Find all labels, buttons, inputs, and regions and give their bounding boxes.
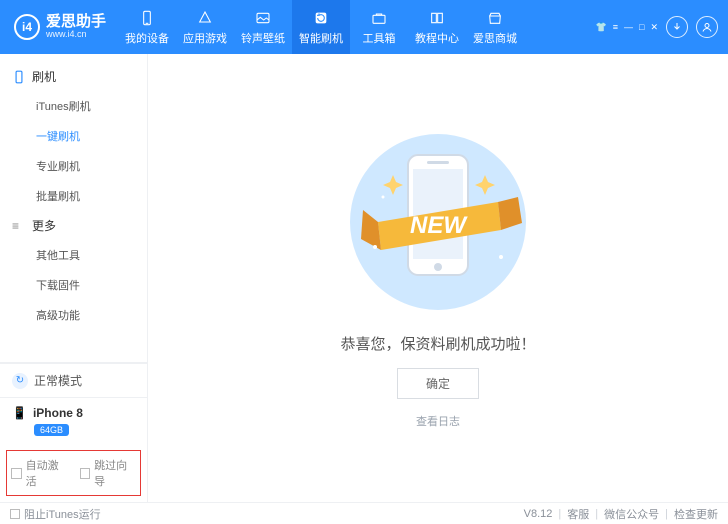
sidebar-item-download-firmware[interactable]: 下载固件 bbox=[0, 270, 147, 300]
sidebar-item-other-tools[interactable]: 其他工具 bbox=[0, 240, 147, 270]
checkbox-skip-wizard[interactable]: 跳过向导 bbox=[80, 457, 137, 489]
device-mode[interactable]: ↻ 正常模式 bbox=[0, 363, 147, 397]
nav-store[interactable]: 爱思商城 bbox=[466, 0, 524, 54]
image-icon bbox=[254, 9, 272, 27]
nav-my-device[interactable]: 我的设备 bbox=[118, 0, 176, 54]
link-support[interactable]: 客服 bbox=[567, 506, 589, 522]
link-update[interactable]: 检查更新 bbox=[674, 506, 718, 522]
sidebar-item-oneclick-flash[interactable]: 一键刷机 bbox=[0, 121, 147, 151]
apps-icon bbox=[196, 9, 214, 27]
sidebar-group-flash[interactable]: 刷机 bbox=[0, 62, 147, 91]
wardrobe-icon[interactable]: 👕 bbox=[596, 22, 607, 33]
success-message: 恭喜您，保资料刷机成功啦！ bbox=[340, 333, 535, 354]
nav-tutorial[interactable]: 教程中心 bbox=[408, 0, 466, 54]
title-bar: i4 爱思助手 www.i4.cn 我的设备 应用游戏 铃声壁纸 智能刷机 工具… bbox=[0, 0, 728, 54]
new-badge: NEW bbox=[410, 212, 468, 239]
flash-options: 自动激活 跳过向导 bbox=[6, 450, 141, 496]
close-icon[interactable]: ✕ bbox=[650, 22, 658, 33]
logo-badge: i4 bbox=[14, 14, 40, 40]
version-label: V8.12 bbox=[524, 508, 553, 520]
sidebar: 刷机 iTunes刷机 一键刷机 专业刷机 批量刷机 ≡ 更多 其他工具 下载固… bbox=[0, 54, 148, 502]
success-illustration: NEW bbox=[323, 127, 553, 317]
book-icon bbox=[428, 9, 446, 27]
app-logo: i4 爱思助手 www.i4.cn bbox=[0, 14, 118, 40]
checkbox-block-itunes[interactable]: 阻止iTunes运行 bbox=[10, 506, 101, 522]
ok-button[interactable]: 确定 bbox=[397, 368, 479, 399]
device-name: iPhone 8 bbox=[33, 406, 83, 420]
toolbox-icon bbox=[370, 9, 388, 27]
checkbox-auto-activate[interactable]: 自动激活 bbox=[11, 457, 68, 489]
sidebar-item-batch-flash[interactable]: 批量刷机 bbox=[0, 181, 147, 211]
store-icon bbox=[486, 9, 504, 27]
refresh-icon: ↻ bbox=[12, 373, 28, 389]
nav-flash[interactable]: 智能刷机 bbox=[292, 0, 350, 54]
view-log-link[interactable]: 查看日志 bbox=[416, 413, 460, 429]
device-info[interactable]: 📱 iPhone 8 64GB bbox=[0, 397, 147, 446]
sidebar-item-itunes-flash[interactable]: iTunes刷机 bbox=[0, 91, 147, 121]
maximize-icon[interactable]: □ bbox=[639, 22, 644, 33]
nav-apps[interactable]: 应用游戏 bbox=[176, 0, 234, 54]
nav-tools[interactable]: 工具箱 bbox=[350, 0, 408, 54]
minimize-icon[interactable]: — bbox=[624, 22, 633, 33]
sidebar-item-pro-flash[interactable]: 专业刷机 bbox=[0, 151, 147, 181]
nav-ringtone[interactable]: 铃声壁纸 bbox=[234, 0, 292, 54]
app-url: www.i4.cn bbox=[46, 30, 106, 40]
app-name: 爱思助手 bbox=[46, 14, 106, 31]
phone-icon: 📱 bbox=[12, 406, 27, 420]
download-button[interactable] bbox=[666, 16, 688, 38]
phone-icon bbox=[138, 9, 156, 27]
phone-icon bbox=[12, 70, 26, 84]
sidebar-item-advanced[interactable]: 高级功能 bbox=[0, 300, 147, 330]
refresh-icon bbox=[312, 9, 330, 27]
top-nav: 我的设备 应用游戏 铃声壁纸 智能刷机 工具箱 教程中心 爱思商城 bbox=[118, 0, 524, 54]
main-panel: NEW 恭喜您，保资料刷机成功啦！ 确定 查看日志 bbox=[148, 54, 728, 502]
window-controls: 👕 ≡ — □ ✕ bbox=[596, 16, 728, 38]
menu-icon[interactable]: ≡ bbox=[613, 22, 618, 33]
sidebar-group-more[interactable]: ≡ 更多 bbox=[0, 211, 147, 240]
storage-badge: 64GB bbox=[34, 424, 69, 436]
user-button[interactable] bbox=[696, 16, 718, 38]
link-wechat[interactable]: 微信公众号 bbox=[604, 506, 659, 522]
list-icon: ≡ bbox=[12, 219, 26, 233]
status-bar: 阻止iTunes运行 V8.12 | 客服 | 微信公众号 | 检查更新 bbox=[0, 502, 728, 524]
